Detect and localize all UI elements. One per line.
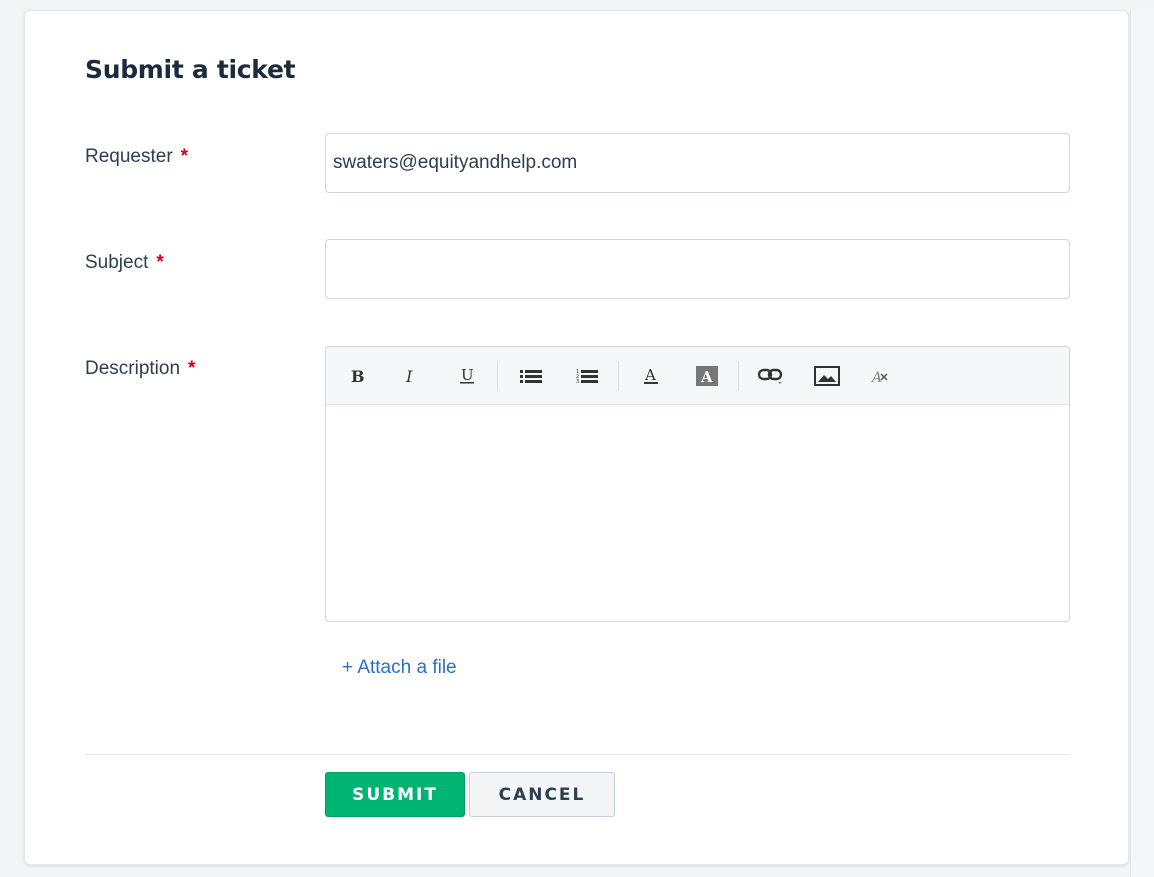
- subject-input[interactable]: [325, 239, 1070, 299]
- right-panel: [1130, 10, 1154, 877]
- svg-text:A: A: [871, 370, 882, 384]
- svg-text:3: 3: [576, 379, 579, 384]
- italic-icon[interactable]: I: [395, 361, 425, 391]
- bullet-list-icon[interactable]: [516, 361, 546, 391]
- svg-text:U: U: [461, 367, 474, 384]
- attach-file-link[interactable]: + Attach a file: [342, 657, 457, 679]
- clear-format-icon[interactable]: A: [866, 361, 896, 391]
- toolbar-separator: [738, 361, 739, 391]
- form-divider: [85, 754, 1070, 755]
- underline-icon[interactable]: U: [452, 361, 482, 391]
- required-marker: *: [156, 252, 164, 273]
- required-marker: *: [180, 146, 189, 167]
- link-icon[interactable]: [756, 361, 786, 391]
- description-editor: B I U 1 2 3 A A A: [325, 346, 1070, 622]
- requester-input[interactable]: [325, 133, 1070, 193]
- description-textarea[interactable]: [326, 405, 1069, 621]
- cancel-button[interactable]: CANCEL: [469, 772, 615, 817]
- subject-label: Subject *: [85, 252, 164, 274]
- svg-text:B: B: [351, 368, 365, 384]
- required-marker: *: [188, 358, 196, 379]
- toolbar-separator: [497, 361, 498, 391]
- page-title: Submit a ticket: [85, 55, 296, 84]
- description-label-text: Description: [85, 358, 181, 379]
- toolbar-separator: [618, 361, 619, 391]
- svg-text:I: I: [405, 368, 413, 384]
- requester-label-text: Requester: [85, 146, 173, 167]
- font-color-icon[interactable]: A: [636, 361, 666, 391]
- background-color-icon[interactable]: A: [692, 361, 722, 391]
- submit-button[interactable]: SUBMIT: [325, 772, 465, 817]
- numbered-list-icon[interactable]: 1 2 3: [572, 361, 602, 391]
- editor-toolbar: B I U 1 2 3 A A A: [326, 347, 1069, 405]
- description-label: Description *: [85, 358, 195, 380]
- svg-text:A: A: [700, 368, 713, 386]
- image-icon[interactable]: [812, 361, 842, 391]
- bold-icon[interactable]: B: [342, 361, 372, 391]
- svg-text:A: A: [644, 367, 656, 384]
- requester-label: Requester *: [85, 146, 188, 168]
- subject-label-text: Subject: [85, 252, 149, 273]
